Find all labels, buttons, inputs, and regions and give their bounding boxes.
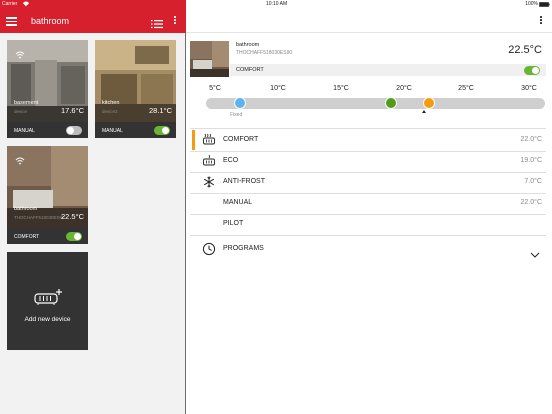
device-name: kitchen [102,100,120,106]
device-name: bathroom [14,206,38,212]
mode-value: 7.0°C [524,178,542,185]
temperature-slider-track[interactable] [206,98,545,109]
clock-icon [202,242,216,256]
device-temp: 28.1°C [148,106,172,115]
device-toggle[interactable] [66,232,82,241]
list-view-icon[interactable] [151,16,163,29]
mode-row-manual[interactable]: MANUAL 22.0°C [190,193,546,213]
battery-label: 100% [525,1,538,7]
selected-device-toggle[interactable] [524,66,540,75]
menu-icon[interactable] [6,15,18,27]
detail-more-options-icon[interactable] [539,16,543,26]
device-toggle[interactable] [154,126,170,135]
scale-label: 25°C [458,85,474,92]
page-title: bathroom [31,16,70,26]
snowflake-icon [202,175,216,189]
device-card-bathroom[interactable]: bathroom THOCHAFF518030ES90 22.5°C COMFO… [7,146,88,244]
panel-divider [185,33,186,414]
device-temp: 22.5°C [60,212,84,221]
carrier-label: Carrier [2,1,18,7]
chevron-down-icon[interactable] [530,245,540,263]
device-toggle[interactable] [66,126,82,135]
status-bar-left: Carrier [0,0,186,9]
status-bar-right: 10:10 AM 100% [186,0,552,9]
mode-label: COMFORT [223,136,259,143]
mode-label: ANTI-FROST [223,178,265,185]
scale-label: 20°C [396,85,412,92]
device-temp: 17.6°C [60,106,84,115]
device-card-basement[interactable]: basement device 17.6°C MANUAL [7,40,88,138]
mode-label: ECO [223,157,239,164]
active-indicator [192,130,195,150]
fixed-label: Fixed [230,112,243,118]
programs-row[interactable]: PROGRAMS [190,239,546,259]
eco-heater-icon [202,154,216,168]
device-id: device2 [102,109,118,114]
mode-value: 22.0°C [520,199,542,206]
programs-label: PROGRAMS [223,245,264,252]
selected-device-temp: 22.5°C [508,44,542,56]
selected-device-mode: COMFORT [236,67,264,73]
comfort-heater-icon [202,133,216,147]
fixed-setpoint-handle[interactable] [234,97,247,109]
add-device-button[interactable]: Add new device [7,252,88,350]
mode-label: MANUAL [223,199,253,206]
mode-row-comfort[interactable]: COMFORT 22.0°C [190,130,546,150]
add-heater-icon [33,288,63,311]
device-mode: COMFORT [14,234,40,240]
selected-device-status-bar [230,64,546,76]
top-navbar: bathroom [0,9,186,33]
device-card-kitchen[interactable]: kitchen device2 28.1°C MANUAL [95,40,176,138]
mode-label: PILOT [223,220,244,227]
mode-row-eco[interactable]: ECO 19.0°C [190,151,546,171]
scale-label: 5°C [209,85,221,92]
selected-device-photo [190,41,229,77]
comfort-setpoint-handle[interactable] [422,97,435,109]
mode-value: 22.0°C [520,136,542,143]
mode-row-pilot[interactable]: PILOT [190,214,546,234]
wifi-icon [15,152,25,170]
scale-label: 30°C [521,85,537,92]
add-device-label: Add new device [24,316,71,323]
device-id: device [14,109,28,114]
app-window: Carrier 10:10 AM 100% bathroom basement … [0,0,552,414]
mode-row-anti-frost[interactable]: ANTI-FROST 7.0°C [190,172,546,192]
detail-navbar [186,9,552,33]
clock-label: 10:10 AM [266,1,288,7]
current-temp-marker [422,110,426,113]
divider [190,235,546,236]
mode-value: 19.0°C [520,157,542,164]
scale-label: 15°C [333,85,349,92]
device-mode: MANUAL [102,128,123,134]
scale-label: 10°C [270,85,286,92]
wifi-icon [15,46,25,64]
selected-device-name: bathroom [236,42,260,48]
selected-device-id: THOCHAFF518030ES90 [236,50,293,56]
device-name: basement [14,100,39,106]
more-options-icon[interactable] [173,16,177,26]
divider [190,128,546,129]
eco-setpoint-handle[interactable] [384,97,397,109]
device-mode: MANUAL [14,128,35,134]
device-id: THOCHAFF518030ES90 [14,215,65,220]
